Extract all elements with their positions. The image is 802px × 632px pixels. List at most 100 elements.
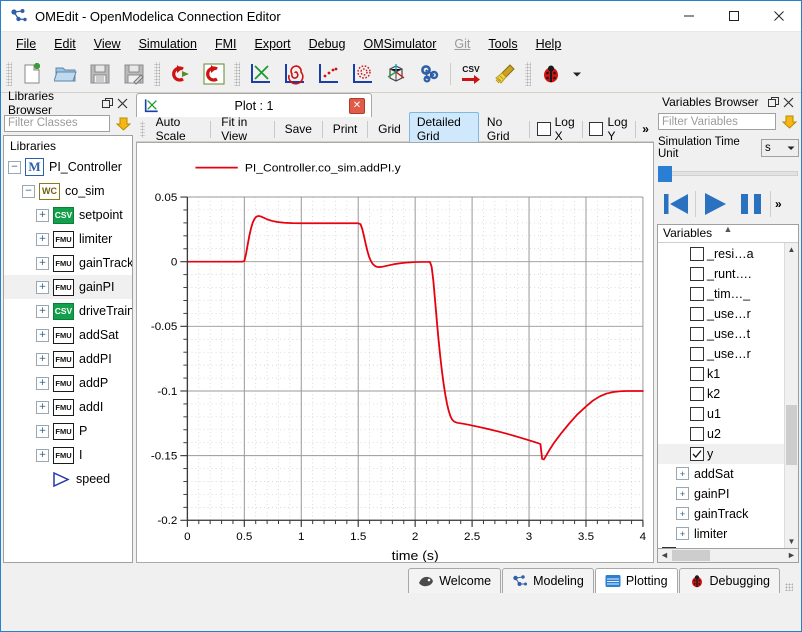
expand-icon[interactable]: + (676, 527, 689, 541)
filter-arrow-icon[interactable] (114, 114, 132, 132)
scroll-up-button[interactable]: ▲ (785, 243, 798, 256)
undock-icon[interactable] (766, 95, 781, 110)
expand-icon[interactable]: + (36, 448, 49, 462)
variable-row-_user[interactable]: _use…r (658, 344, 798, 364)
plot-toolbar-overflow-button[interactable]: » (637, 119, 654, 139)
variable-row-y[interactable]: y (658, 443, 798, 464)
variable-checkbox[interactable] (690, 346, 704, 361)
play-button[interactable] (698, 187, 732, 221)
minimize-button[interactable] (666, 1, 711, 31)
variable-row-limiter[interactable]: + limiter (658, 524, 798, 544)
scroll-right-button[interactable]: ► (785, 549, 798, 561)
simulation-time-slider[interactable] (658, 165, 798, 182)
variable-checkbox[interactable] (690, 426, 704, 441)
variable-checkbox[interactable] (690, 306, 704, 321)
library-tree-item-pi_controller[interactable]: − M PI_Controller (4, 155, 132, 179)
toolbar-grip-4[interactable] (525, 62, 531, 86)
expand-icon[interactable]: + (36, 376, 49, 390)
variable-row-_resia[interactable]: _resi…a (658, 244, 798, 264)
filter-arrow-icon[interactable] (780, 113, 798, 131)
menu-view[interactable]: View (85, 34, 130, 54)
library-tree-item-co_sim[interactable]: − WC co_sim (4, 179, 132, 203)
detailed-grid-button[interactable]: Detailed Grid (408, 112, 479, 146)
redo-icon[interactable] (198, 58, 230, 90)
auto-scale-button[interactable]: Auto Scale (148, 112, 209, 146)
menu-omsimulator[interactable]: OMSimulator (354, 34, 445, 54)
simulation-time-unit-select[interactable]: s (761, 138, 799, 157)
library-tree-item-limiter[interactable]: + FMU limiter (4, 227, 132, 251)
expand-icon[interactable]: + (676, 507, 689, 521)
variable-row-gainTrack[interactable]: + gainTrack (658, 504, 798, 524)
undock-icon[interactable] (100, 96, 115, 111)
plot-tab-close-icon[interactable]: ✕ (349, 97, 365, 114)
collapse-icon[interactable]: − (8, 160, 21, 174)
tab-welcome[interactable]: Welcome (408, 568, 502, 593)
expand-icon[interactable]: + (676, 467, 689, 481)
no-grid-button[interactable]: No Grid (479, 112, 527, 146)
log-x-checkbox[interactable]: Log X (532, 113, 580, 145)
close-button[interactable] (756, 1, 801, 31)
menu-debug[interactable]: Debug (300, 34, 355, 54)
library-tree-item-addi[interactable]: + FMU addI (4, 395, 132, 419)
filter-variables-input[interactable]: Filter Variables (658, 113, 776, 131)
expand-icon[interactable]: + (36, 208, 49, 222)
variable-checkbox[interactable] (662, 546, 676, 548)
expand-icon[interactable]: + (36, 424, 49, 438)
library-tree-item-drivetrain[interactable]: + CSV driveTrain (4, 299, 132, 323)
collapse-icon[interactable]: − (22, 184, 35, 198)
rewind-button[interactable] (659, 187, 693, 221)
plot-parametric-icon[interactable] (278, 58, 310, 90)
plot-canvas[interactable]: 0.05 0 -0.05 -0.1 -0.15 -0.2 0 0.5 1 1.5 2 2.5 3 3.5 4… (136, 142, 654, 563)
variable-checkbox[interactable] (690, 386, 704, 401)
variable-row-gainPI[interactable]: + gainPI (658, 484, 798, 504)
library-tree-item-addp[interactable]: + FMU addP (4, 371, 132, 395)
library-tree-item-addsat[interactable]: + FMU addSat (4, 323, 132, 347)
clear-icon[interactable] (489, 58, 521, 90)
variable-row-u2[interactable]: u2 (658, 424, 798, 444)
open-folder-icon[interactable] (50, 58, 82, 90)
menu-simulation[interactable]: Simulation (130, 34, 206, 54)
resize-grip[interactable] (785, 583, 793, 591)
log-y-checkbox[interactable]: Log Y (584, 113, 632, 145)
variable-row-_user[interactable]: _use…r (658, 304, 798, 324)
scroll-left-button[interactable]: ◄ (658, 549, 671, 561)
menu-tools[interactable]: Tools (479, 34, 526, 54)
print-plot-button[interactable]: Print (325, 119, 366, 139)
library-tree-item-i[interactable]: + FMU I (4, 443, 132, 467)
library-tree-item-gaintrack[interactable]: + FMU gainTrack (4, 251, 132, 275)
new-file-icon[interactable] (16, 58, 48, 90)
3d-viewer-icon[interactable] (380, 58, 412, 90)
libraries-tree[interactable]: Libraries − M PI_Controller − WC co_sim + CSV se… (3, 135, 133, 563)
menu-fmi[interactable]: FMI (206, 34, 246, 54)
library-tree-item-speed[interactable]: speed (4, 467, 132, 491)
variables-tree-header[interactable]: ▲ Variables (658, 225, 798, 243)
menu-file[interactable]: File (7, 34, 45, 54)
variables-horizontal-scrollbar[interactable]: ◄ ► (657, 548, 799, 563)
plot-line-icon[interactable] (244, 58, 276, 90)
pause-button[interactable] (734, 187, 768, 221)
plot-toolbar-grip[interactable] (140, 120, 145, 138)
toolbar-grip-2[interactable] (154, 62, 160, 86)
slider-handle[interactable] (658, 165, 672, 182)
expand-icon[interactable]: + (36, 304, 49, 318)
variable-row-_tim_[interactable]: _tim…_ (658, 284, 798, 304)
library-tree-item-gainpi[interactable]: + FMU gainPI (4, 275, 132, 299)
variable-checkbox[interactable] (690, 406, 704, 421)
variable-checkbox-checked[interactable] (690, 446, 704, 461)
variable-row-u1[interactable]: u1 (658, 404, 798, 424)
undo-icon[interactable] (164, 58, 196, 90)
menu-help[interactable]: Help (527, 34, 571, 54)
variable-row-k2[interactable]: k2 (658, 384, 798, 404)
expand-icon[interactable]: + (36, 232, 49, 246)
expand-icon[interactable]: + (36, 352, 49, 366)
expand-icon[interactable]: + (36, 280, 49, 294)
debug-icon[interactable] (535, 58, 567, 90)
expand-icon[interactable]: + (36, 328, 49, 342)
variable-row-wallTime[interactable]: wallTime (658, 544, 798, 548)
library-tree-item-addpi[interactable]: + FMU addPI (4, 347, 132, 371)
variable-row-_uset[interactable]: _use…t (658, 324, 798, 344)
variables-tree[interactable]: ▲ Variables _resi…a _runt…. _tim…_ _use…r _u… (657, 223, 799, 549)
maximize-button[interactable] (711, 1, 756, 31)
variable-row-k1[interactable]: k1 (658, 364, 798, 384)
library-tree-item-setpoint[interactable]: + CSV setpoint (4, 203, 132, 227)
